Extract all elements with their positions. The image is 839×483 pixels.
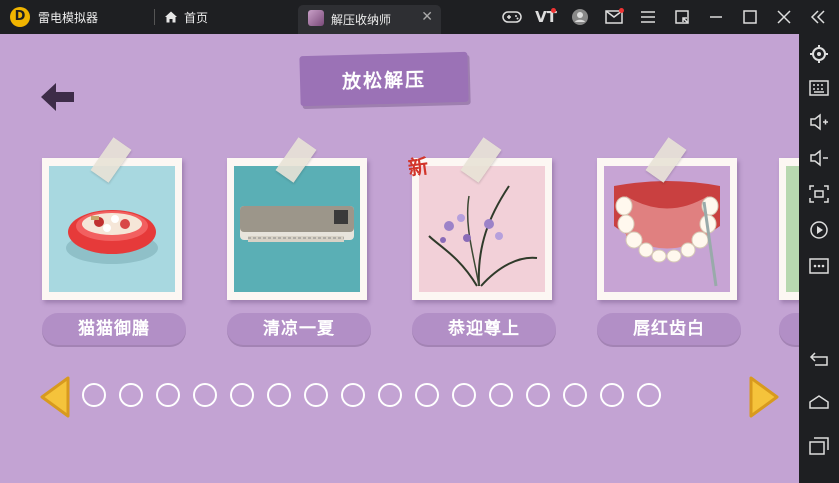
shrink-icon[interactable] (671, 6, 693, 28)
keyboard-icon[interactable] (807, 76, 831, 100)
next-page-arrow-icon[interactable] (747, 374, 781, 420)
level-label-partial[interactable] (779, 313, 799, 345)
vt-icon[interactable]: VT (535, 6, 557, 28)
page-title: 放松解压 (341, 68, 427, 93)
page-dot[interactable] (637, 383, 661, 407)
page-title-banner: 放松解压 (299, 51, 469, 107)
page-dot[interactable] (193, 383, 217, 407)
minimize-icon[interactable] (705, 6, 727, 28)
divider (154, 9, 155, 25)
game-thumbnail-icon (308, 10, 324, 26)
home-icon (165, 11, 177, 23)
back-arrow-icon[interactable] (38, 80, 78, 114)
prev-page-arrow-icon[interactable] (38, 374, 72, 420)
level-card-partial[interactable] (779, 158, 799, 300)
level-label-teeth[interactable]: 唇红齿白 (597, 313, 741, 345)
volume-down-icon[interactable] (807, 146, 831, 170)
menu-icon[interactable] (637, 6, 659, 28)
level-label-cat-food[interactable]: 猫猫御膳 (42, 313, 186, 345)
page-dot[interactable] (526, 383, 550, 407)
collapse-icon[interactable] (807, 6, 829, 28)
tab-home-label: 首页 (184, 10, 209, 25)
orchid-painting-image (419, 166, 545, 292)
user-icon[interactable] (569, 6, 591, 28)
page-dot[interactable] (600, 383, 624, 407)
page-dot[interactable] (341, 383, 365, 407)
card-image (786, 166, 799, 292)
page-dot[interactable] (489, 383, 513, 407)
tab-home[interactable]: 首页 (164, 5, 208, 29)
emulator-sidebar (799, 34, 839, 483)
close-icon[interactable] (773, 6, 795, 28)
new-badge: 新 (406, 153, 430, 181)
air-conditioner-image (234, 166, 360, 292)
level-label-air-conditioner[interactable]: 清凉一夏 (227, 313, 371, 345)
app-name: 雷电模拟器 (38, 11, 99, 25)
page-dot[interactable] (378, 383, 402, 407)
window-controls: VT (501, 0, 829, 34)
gamepad-icon[interactable] (501, 6, 523, 28)
notification-dot (551, 8, 556, 13)
page-dot[interactable] (267, 383, 291, 407)
more-icon[interactable] (807, 254, 831, 278)
game-screen: 放松解压 新 猫猫御膳 清凉一夏 恭迎尊上 唇红齿白 (0, 34, 799, 483)
page-dot[interactable] (452, 383, 476, 407)
level-label-orchid[interactable]: 恭迎尊上 (412, 313, 556, 345)
page-dot[interactable] (156, 383, 180, 407)
recent-apps-icon[interactable] (807, 434, 831, 458)
back-icon[interactable] (807, 347, 831, 371)
level-card-teeth[interactable] (597, 137, 737, 300)
page-dot[interactable] (415, 383, 439, 407)
page-dot[interactable] (563, 383, 587, 407)
page-indicator (82, 383, 661, 407)
level-card-air-conditioner[interactable] (227, 137, 367, 300)
record-icon[interactable] (807, 218, 831, 242)
notification-dot (619, 8, 624, 13)
volume-up-icon[interactable] (807, 110, 831, 134)
screenshot-icon[interactable] (807, 182, 831, 206)
teeth-image (604, 166, 730, 292)
settings-icon[interactable] (807, 42, 831, 66)
tab-active-label: 解压收纳师 (331, 13, 392, 27)
tab-active-game[interactable]: 解压收纳师 ✕ (298, 5, 441, 34)
home-icon[interactable] (807, 390, 831, 414)
page-dot[interactable] (82, 383, 106, 407)
title-bar: D 雷电模拟器 首页 解压收纳师 ✕ VT (0, 0, 839, 34)
maximize-icon[interactable] (739, 6, 761, 28)
cat-food-bowl-image (49, 166, 175, 292)
mail-icon[interactable] (603, 6, 625, 28)
tab-close-icon[interactable]: ✕ (421, 9, 433, 25)
app-logo: D (10, 7, 30, 27)
page-dot[interactable] (119, 383, 143, 407)
page-dot[interactable] (230, 383, 254, 407)
page-dot[interactable] (304, 383, 328, 407)
level-card-cat-food[interactable] (42, 137, 182, 300)
level-card-orchid[interactable] (412, 137, 552, 300)
